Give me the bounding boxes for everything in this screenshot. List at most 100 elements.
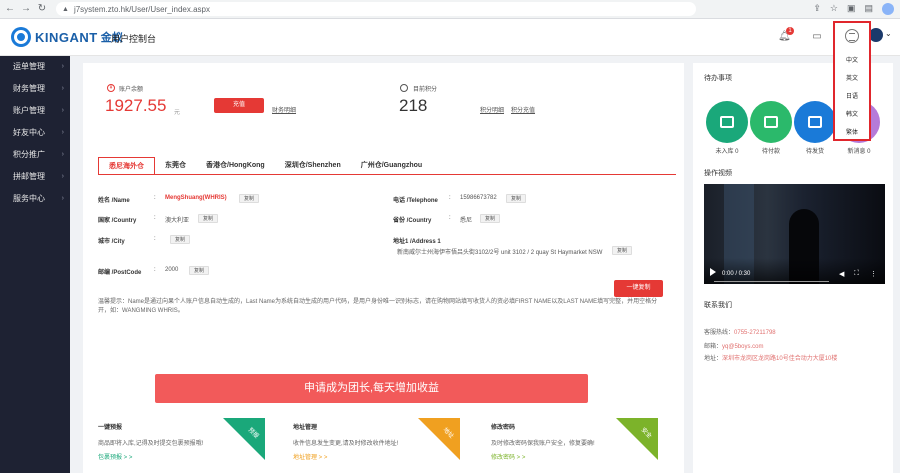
chevron-right-icon: › — [61, 195, 64, 202]
browser-actions: ⇪ ☆ ▣ ▤ — [813, 3, 894, 15]
todo-unpaid-icon[interactable] — [750, 101, 792, 143]
chevron-right-icon: › — [61, 85, 64, 92]
address-bar[interactable]: ▲ j7system.zto.hk/User/User_index.aspx — [56, 2, 696, 16]
back-icon[interactable]: ← — [4, 3, 16, 15]
chevron-right-icon: › — [61, 173, 64, 180]
tab-divider — [98, 174, 676, 175]
globe-icon[interactable] — [845, 29, 859, 43]
colon: : — [154, 267, 156, 273]
chevron-right-icon: › — [61, 107, 64, 114]
video-title: 操作视频 — [704, 170, 732, 177]
lang-option-korean[interactable]: 韩文 — [835, 109, 869, 118]
extensions-icon[interactable]: ▣ — [847, 3, 856, 15]
contact-value: 0755-27211798 — [734, 330, 776, 336]
lock-icon: ▲ — [62, 5, 69, 13]
truck-icon — [808, 116, 822, 128]
fullscreen-icon[interactable]: ⛶ — [854, 270, 859, 278]
todo-unstored-icon[interactable] — [706, 101, 748, 143]
contact-label: 客服热线： — [704, 330, 735, 336]
recharge-button[interactable]: 充值 — [214, 98, 264, 113]
copy-phone-button[interactable]: 复制 — [506, 194, 527, 203]
address-value: 新南威尔士州海伊市悟吕头街3102/2号 unit 3102 / 2 quay … — [397, 250, 603, 256]
city-label: 城市 /City — [98, 239, 125, 245]
card-address[interactable]: 地址管理 收件信息发生变更,请及时修改收件地址! 地址管理 > > 地址 — [278, 418, 460, 473]
phone-label: 电话 /Telephone — [393, 198, 438, 204]
card-link[interactable]: 地址管理 > > — [293, 452, 327, 461]
card-title: 一键预报 — [98, 425, 123, 431]
more-icon[interactable]: ⋮ — [870, 270, 877, 278]
language-dropdown: 中文 英文 日语 韩文 繁体 — [833, 21, 871, 141]
colon: : — [154, 236, 156, 242]
tab-dongguan[interactable]: 东莞仓 — [155, 157, 196, 175]
lang-option-chinese[interactable]: 中文 — [835, 55, 869, 64]
video-progress-bar[interactable] — [714, 281, 829, 282]
sidebar-item-finance[interactable]: 财务管理 › — [0, 78, 70, 100]
browser-toolbar: ← → ↻ ▲ j7system.zto.hk/User/User_index.… — [0, 0, 900, 19]
contact-value: 深圳市龙岗区龙岗路10号佳合动力大厦10楼 — [722, 356, 838, 362]
profile-avatar[interactable] — [882, 3, 894, 15]
copy-name-button[interactable]: 复制 — [239, 194, 260, 203]
promo-banner[interactable]: 申请成为团长,每天增加收益 — [155, 374, 588, 403]
sidebar-item-friends[interactable]: 好友中心 › — [0, 122, 70, 144]
forward-icon[interactable]: → — [20, 3, 32, 15]
country-label: 国家 /Country — [98, 218, 137, 224]
colon: : — [154, 195, 156, 201]
tab-guangzhou[interactable]: 广州仓/Guangzhou — [351, 157, 432, 175]
finance-details-link[interactable]: 财务明细 — [272, 105, 296, 114]
volume-icon[interactable]: ◀︎ — [839, 270, 844, 278]
name-label: 姓名 /Name — [98, 198, 130, 204]
sidebar-item-waybill[interactable]: 运单管理 › — [0, 56, 70, 78]
copy-province-button[interactable]: 复制 — [480, 214, 501, 223]
card-link[interactable]: 包裹预报 > > — [98, 452, 132, 461]
todo-unshipped-icon[interactable] — [794, 101, 836, 143]
card-password[interactable]: 修改密码 及时修改密码保我账户安全，修复要确! 修改密码 > > 安全 — [476, 418, 658, 473]
reload-icon[interactable]: ↻ — [36, 3, 48, 15]
sidebar-item-service[interactable]: 服务中心 › — [0, 188, 70, 210]
lang-option-english[interactable]: 英文 — [835, 73, 869, 82]
points-recharge-link[interactable]: 积分充值 — [511, 105, 535, 114]
points-details-link[interactable]: 积分明细 — [480, 105, 504, 114]
copy-country-button[interactable]: 复制 — [198, 214, 219, 223]
province-label: 省份 /Country — [393, 218, 432, 224]
yuan-icon: ¥ — [107, 84, 115, 92]
sidepanel-icon[interactable]: ▤ — [864, 3, 873, 15]
message-icon[interactable]: ▭ — [811, 31, 823, 43]
sidebar-item-points[interactable]: 积分推广 › — [0, 144, 70, 166]
chevron-right-icon: › — [61, 129, 64, 136]
sidebar-item-label: 拼邮管理 — [13, 172, 45, 181]
card-ribbon — [416, 418, 460, 460]
points-label: 目前积分 — [413, 87, 438, 93]
tab-hongkong[interactable]: 香港仓/HongKong — [196, 157, 275, 175]
todo-label: 未入库 0 — [715, 149, 739, 155]
user-avatar[interactable] — [869, 28, 883, 42]
sidebar-item-label: 服务中心 — [13, 194, 45, 203]
play-icon[interactable] — [710, 268, 716, 276]
video-time: 0:00 / 0:30 — [722, 271, 751, 277]
chevron-down-icon[interactable]: ⌄ — [885, 29, 892, 38]
bookmark-star-icon[interactable]: ☆ — [830, 3, 838, 15]
copy-city-button[interactable]: 复制 — [170, 235, 191, 244]
tab-shenzhen[interactable]: 深圳仓/Shenzhen — [275, 157, 351, 175]
sidebar-item-account[interactable]: 账户管理 › — [0, 100, 70, 122]
copy-postcode-button[interactable]: 复制 — [189, 266, 210, 275]
lang-option-japanese[interactable]: 日语 — [835, 91, 869, 100]
balance-value: 1927.55 — [105, 96, 167, 115]
lang-option-traditional[interactable]: 繁体 — [835, 127, 869, 136]
url-text: j7system.zto.hk/User/User_index.aspx — [73, 4, 210, 14]
tab-sydney[interactable]: 悉尼海外仓 — [98, 157, 155, 175]
logo-mark-icon — [11, 27, 31, 47]
contact-email: 邮箱：yq@5boys.com — [704, 341, 763, 350]
share-icon[interactable]: ⇪ — [813, 3, 821, 15]
copy-address-button[interactable]: 复制 — [612, 246, 633, 255]
brand-text: KINGANT — [35, 29, 98, 45]
onekey-copy-button[interactable]: 一键复制 — [614, 280, 663, 297]
sidebar-item-group-mail[interactable]: 拼邮管理 › — [0, 166, 70, 188]
card-forecast[interactable]: 一键预报 商品即将入库,记得及时提交包裹预报哦! 包裹预报 > > 预报 — [83, 418, 265, 473]
contact-value[interactable]: yq@5boys.com — [722, 344, 763, 350]
card-link[interactable]: 修改密码 > > — [491, 452, 525, 461]
chevron-right-icon: › — [61, 63, 64, 70]
contact-address: 地址：深圳市龙岗区龙岗路10号佳合动力大厦10楼 — [704, 353, 837, 362]
sidebar-item-label: 积分推广 — [13, 150, 45, 159]
brand-logo[interactable]: KINGANT 金蚁 — [11, 27, 123, 47]
tutorial-video[interactable]: 0:00 / 0:30 ◀︎ ⛶ ⋮ — [704, 184, 885, 284]
